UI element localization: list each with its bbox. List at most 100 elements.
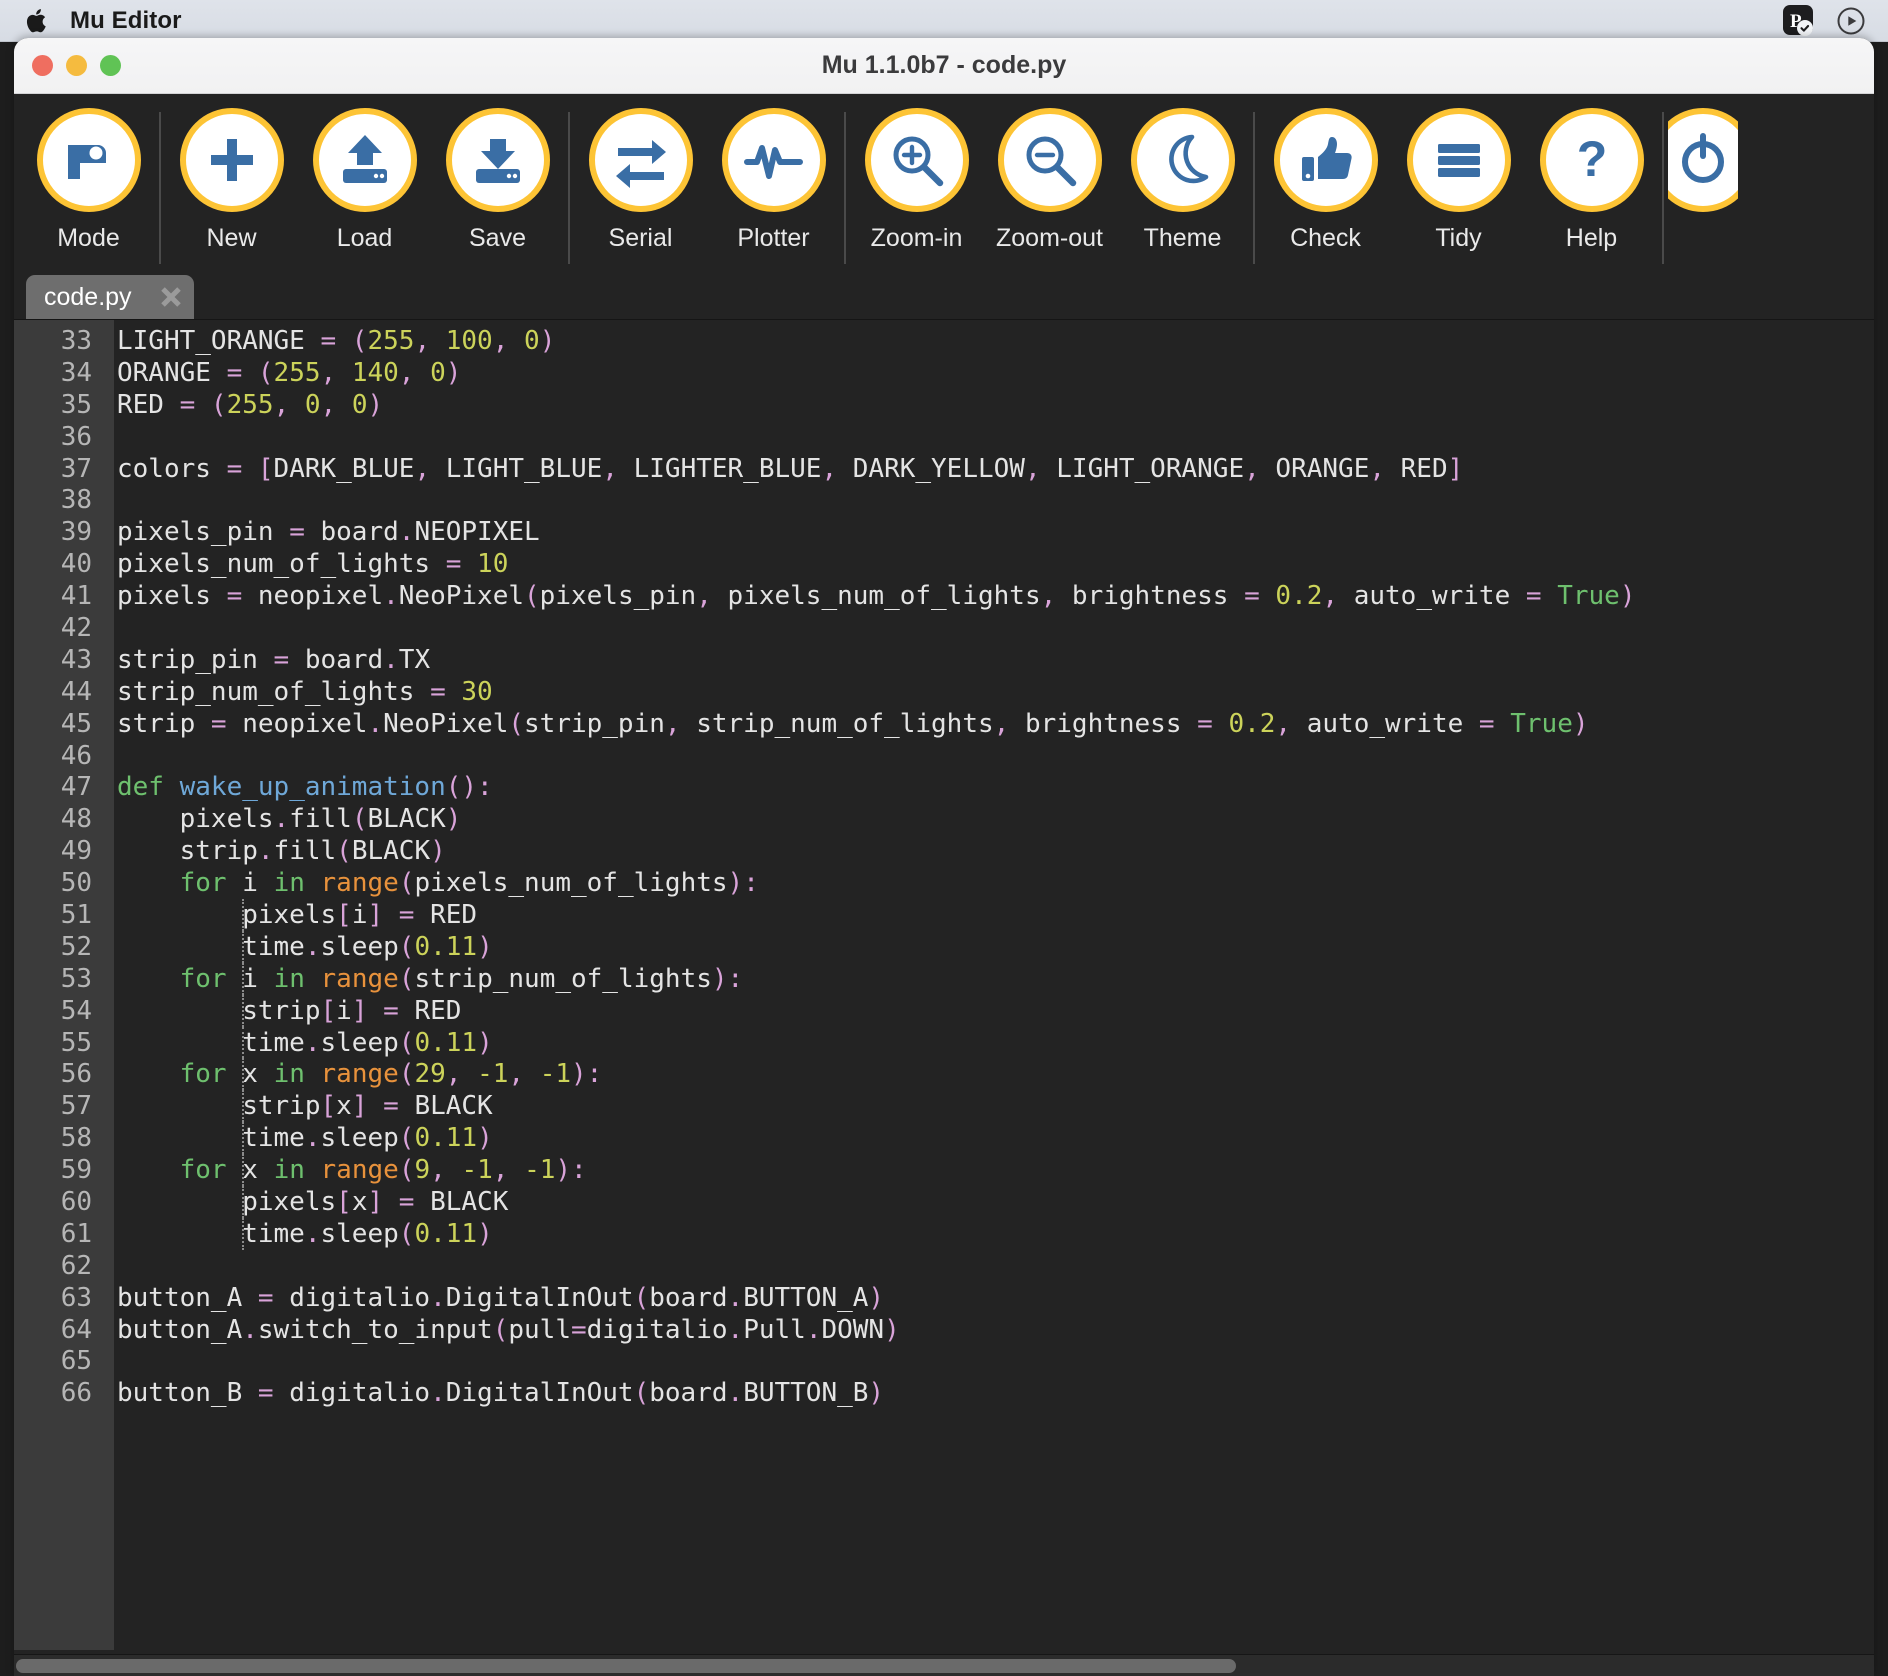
code-line[interactable]: 63 button_A = digitalio.DigitalInOut(boar… bbox=[14, 1282, 1874, 1314]
code-line-text[interactable]: strip[x] = BLACK bbox=[114, 1091, 493, 1121]
code-line-text[interactable]: strip.fill(BLACK) bbox=[114, 836, 446, 866]
toolbar-button-new[interactable]: New bbox=[165, 94, 298, 253]
code-line[interactable]: 59 for x in range(9, -1, -1): bbox=[14, 1154, 1874, 1187]
code-line[interactable]: 35 RED = (255, 0, 0) bbox=[14, 389, 1874, 421]
code-line-text[interactable]: pixels[i] = RED bbox=[114, 900, 477, 930]
code-line[interactable]: 55 time.sleep(0.11) bbox=[14, 1026, 1874, 1059]
apple-logo-icon[interactable] bbox=[24, 6, 50, 36]
code-line-text[interactable]: strip_pin = board.TX bbox=[114, 645, 430, 675]
code-line[interactable]: 38 bbox=[14, 484, 1874, 516]
code-line[interactable]: 52 time.sleep(0.11) bbox=[14, 930, 1874, 963]
toolbar-button-quit[interactable] bbox=[1668, 94, 1738, 224]
code-line[interactable]: 60 pixels[x] = BLACK bbox=[14, 1186, 1874, 1218]
code-line-text[interactable]: button_A.switch_to_input(pull=digitalio.… bbox=[114, 1315, 900, 1345]
code-line-text[interactable]: time.sleep(0.11) bbox=[114, 1123, 493, 1153]
toolbar-button-label: Plotter bbox=[737, 224, 810, 252]
code-line[interactable]: 62 bbox=[14, 1250, 1874, 1282]
code-line[interactable]: 33 LIGHT_ORANGE = (255, 100, 0) bbox=[14, 325, 1874, 357]
code-line[interactable]: 42 bbox=[14, 612, 1874, 644]
window-close-button[interactable] bbox=[32, 55, 53, 76]
code-editor[interactable]: 33 LIGHT_ORANGE = (255, 100, 0) 34 ORANGE =… bbox=[14, 320, 1874, 1676]
code-line[interactable]: 34 ORANGE = (255, 140, 0) bbox=[14, 357, 1874, 389]
code-line[interactable]: 48 pixels.fill(BLACK) bbox=[14, 803, 1874, 835]
code-line-text[interactable]: colors = [DARK_BLUE, LIGHT_BLUE, LIGHTER… bbox=[114, 454, 1463, 484]
code-line-text[interactable]: pixels_num_of_lights = 10 bbox=[114, 549, 508, 579]
code-line-text[interactable]: time.sleep(0.11) bbox=[114, 1219, 493, 1249]
code-line[interactable]: 47 def wake_up_animation(): bbox=[14, 771, 1874, 803]
code-line-text[interactable]: ORANGE = (255, 140, 0) bbox=[114, 358, 461, 388]
code-line[interactable]: 41 pixels = neopixel.NeoPixel(pixels_pin,… bbox=[14, 580, 1874, 612]
code-line-text[interactable]: strip = neopixel.NeoPixel(strip_pin, str… bbox=[114, 709, 1589, 739]
toolbar-button-serial[interactable]: Serial bbox=[574, 94, 707, 253]
code-line[interactable]: 37 colors = [DARK_BLUE, LIGHT_BLUE, LIGHT… bbox=[14, 453, 1874, 485]
code-line[interactable]: 45 strip = neopixel.NeoPixel(strip_pin, s… bbox=[14, 708, 1874, 740]
code-line-text[interactable]: pixels = neopixel.NeoPixel(pixels_pin, p… bbox=[114, 581, 1635, 611]
code-line[interactable]: 58 time.sleep(0.11) bbox=[14, 1122, 1874, 1155]
code-line[interactable]: 44 strip_num_of_lights = 30 bbox=[14, 676, 1874, 708]
toolbar-button-save[interactable]: Save bbox=[431, 94, 564, 253]
code-line-text[interactable]: button_B = digitalio.DigitalInOut(board.… bbox=[114, 1378, 884, 1408]
toolbar-button-theme[interactable]: Theme bbox=[1116, 94, 1249, 253]
line-number: 48 bbox=[60, 804, 92, 835]
toolbar-button-help[interactable]: ? Help bbox=[1525, 94, 1658, 253]
code-line-text[interactable]: for i in range(strip_num_of_lights): bbox=[114, 964, 744, 994]
line-number: 62 bbox=[60, 1250, 92, 1281]
code-line-text[interactable]: RED = (255, 0, 0) bbox=[114, 390, 383, 420]
code-line[interactable]: 61 time.sleep(0.11) bbox=[14, 1217, 1874, 1250]
code-line-text[interactable]: for x in range(29, -1, -1): bbox=[114, 1059, 603, 1089]
code-line[interactable]: 39 pixels_pin = board.NEOPIXEL bbox=[14, 516, 1874, 548]
code-line-text[interactable]: strip[i] = RED bbox=[114, 996, 461, 1026]
line-number: 56 bbox=[60, 1059, 92, 1090]
control-center-play-icon[interactable] bbox=[1836, 6, 1866, 36]
indent-guide bbox=[242, 930, 245, 963]
code-line-text[interactable]: time.sleep(0.11) bbox=[114, 932, 493, 962]
code-line[interactable]: 65 bbox=[14, 1346, 1874, 1378]
line-number: 41 bbox=[60, 581, 92, 612]
code-line-text[interactable]: strip_num_of_lights = 30 bbox=[114, 677, 493, 707]
code-line[interactable]: 50 for i in range(pixels_num_of_lights): bbox=[14, 867, 1874, 899]
code-line-text[interactable]: time.sleep(0.11) bbox=[114, 1028, 493, 1058]
window-maximize-button[interactable] bbox=[100, 55, 121, 76]
toolbar-button-zoom-out[interactable]: Zoom-out bbox=[983, 94, 1116, 253]
toolbar-separator bbox=[1253, 112, 1255, 264]
line-number: 60 bbox=[60, 1186, 92, 1217]
code-line[interactable]: 49 strip.fill(BLACK) bbox=[14, 835, 1874, 867]
code-line-text[interactable]: LIGHT_ORANGE = (255, 100, 0) bbox=[114, 326, 555, 356]
code-line-text[interactable]: button_A = digitalio.DigitalInOut(board.… bbox=[114, 1283, 884, 1313]
code-content[interactable]: 33 LIGHT_ORANGE = (255, 100, 0) 34 ORANGE =… bbox=[14, 320, 1874, 1676]
theme-moon-icon bbox=[1130, 108, 1235, 212]
window-traffic-lights[interactable] bbox=[32, 55, 121, 76]
pocket-casts-status-icon[interactable]: P bbox=[1782, 4, 1816, 38]
code-line-text[interactable]: def wake_up_animation(): bbox=[114, 772, 493, 802]
toolbar-button-tidy[interactable]: Tidy bbox=[1392, 94, 1525, 253]
code-line[interactable]: 66 button_B = digitalio.DigitalInOut(boar… bbox=[14, 1377, 1874, 1409]
code-line[interactable]: 46 bbox=[14, 740, 1874, 772]
window-minimize-button[interactable] bbox=[66, 55, 87, 76]
code-line-text[interactable]: for x in range(9, -1, -1): bbox=[114, 1155, 587, 1185]
code-line[interactable]: 51 pixels[i] = RED bbox=[14, 899, 1874, 931]
code-line[interactable]: 57 strip[x] = BLACK bbox=[14, 1090, 1874, 1123]
toolbar-button-plotter[interactable]: Plotter bbox=[707, 94, 840, 253]
tab-code-py[interactable]: code.py bbox=[26, 275, 194, 319]
code-line-text[interactable]: for i in range(pixels_num_of_lights): bbox=[114, 868, 759, 898]
indent-guide bbox=[242, 1090, 245, 1123]
code-line-text[interactable]: pixels_pin = board.NEOPIXEL bbox=[114, 517, 540, 547]
toolbar-button-check[interactable]: Check bbox=[1259, 94, 1392, 253]
code-line[interactable]: 56 for x in range(29, -1, -1): bbox=[14, 1058, 1874, 1091]
code-line-text[interactable]: pixels.fill(BLACK) bbox=[114, 804, 462, 834]
code-line[interactable]: 43 strip_pin = board.TX bbox=[14, 644, 1874, 676]
code-line[interactable]: 53 for i in range(strip_num_of_lights): bbox=[14, 962, 1874, 995]
line-number: 40 bbox=[60, 549, 92, 580]
toolbar-button-mode[interactable]: Mode bbox=[22, 94, 155, 253]
close-tab-icon[interactable] bbox=[158, 284, 184, 310]
horizontal-scrollbar[interactable] bbox=[14, 1654, 1874, 1676]
code-line[interactable]: 40 pixels_num_of_lights = 10 bbox=[14, 548, 1874, 580]
horizontal-scrollbar-thumb[interactable] bbox=[16, 1659, 1236, 1673]
code-line-text[interactable]: pixels[x] = BLACK bbox=[114, 1187, 508, 1217]
toolbar-button-load[interactable]: Load bbox=[298, 94, 431, 253]
code-line[interactable]: 54 strip[i] = RED bbox=[14, 994, 1874, 1027]
code-line[interactable]: 64 button_A.switch_to_input(pull=digitali… bbox=[14, 1314, 1874, 1346]
code-line[interactable]: 36 bbox=[14, 421, 1874, 453]
toolbar-button-zoom-in[interactable]: Zoom-in bbox=[850, 94, 983, 253]
line-number: 50 bbox=[60, 868, 92, 899]
